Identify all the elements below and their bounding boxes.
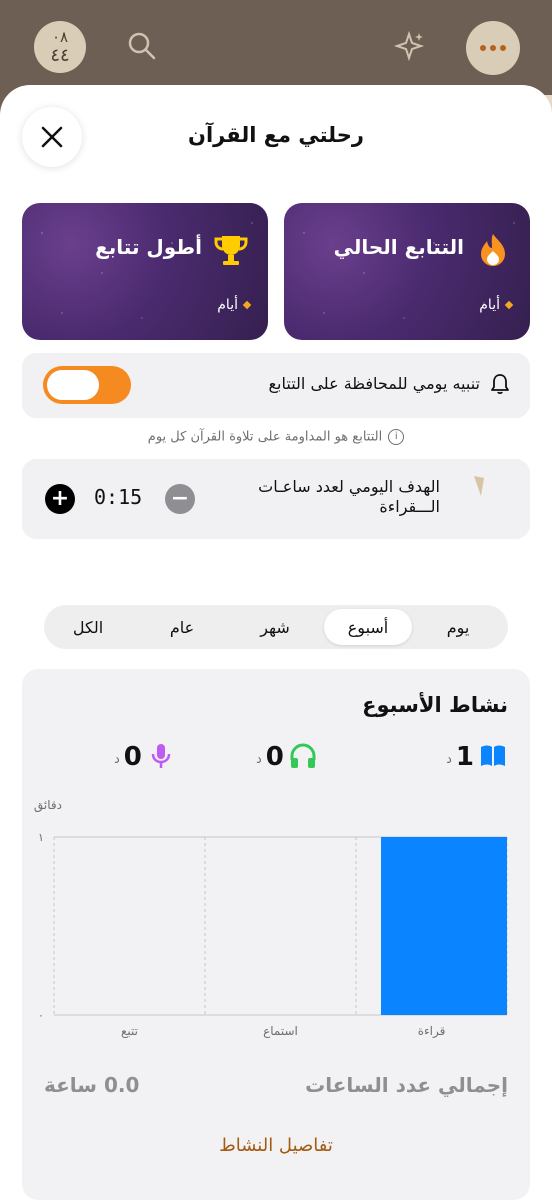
badge-line2: ٤٤	[50, 44, 70, 66]
info-icon: i	[388, 429, 405, 445]
journey-sheet: رحلتي مع القرآن التتابع الحالي أيام أطول…	[0, 85, 552, 1200]
activity-bar-chart: دقائق ١ ٠ قراءة استماع تتبع	[34, 798, 508, 1039]
diamond-icon	[242, 300, 252, 310]
x-tick-label: تتبع	[121, 1024, 138, 1038]
total-hours-label: إجمالي عدد الساعات	[305, 1073, 508, 1097]
tab-year[interactable]: عام	[138, 609, 226, 645]
longest-streak-days: أيام	[217, 297, 252, 313]
y-axis-label: دقائق	[34, 798, 62, 813]
current-streak-days: أيام	[479, 297, 514, 313]
daily-alert-toggle[interactable]	[43, 366, 131, 404]
tab-all[interactable]: الكل	[44, 609, 132, 645]
flame-icon	[481, 234, 505, 266]
daily-goal-label: الهدف اليومي لعدد ساعـات الـــقراءة	[258, 477, 440, 516]
badge-line1: ٠٨	[51, 27, 69, 46]
top-bar: ٠٨ ٤٤	[0, 0, 552, 95]
weekly-activity-card: نشاط الأسبوع د 1 د 0 د 0 دقائق ١ ٠ قراءة…	[22, 669, 530, 1200]
current-streak-title: التتابع الحالي	[333, 235, 464, 259]
bell-icon	[491, 374, 509, 395]
bar-0	[381, 837, 507, 1015]
increase-goal-button[interactable]: +	[45, 484, 75, 514]
dot	[500, 45, 506, 51]
sheet-title: رحلتي مع القرآن	[188, 123, 364, 147]
goal-time-value: 0:15	[94, 485, 143, 509]
y-tick-label: ٠	[38, 1009, 44, 1022]
activity-details-link[interactable]: تفاصيل النشاط	[22, 1135, 530, 1156]
dot	[490, 45, 496, 51]
more-button[interactable]	[466, 21, 520, 75]
x-tick-label: استماع	[263, 1024, 298, 1038]
period-selector: يوم أسبوع شهر عام الكل	[44, 605, 508, 649]
total-hours-value: 0.0 ساعة	[44, 1073, 140, 1097]
stars-background	[22, 203, 268, 340]
y-tick-label: ١	[38, 831, 44, 844]
current-streak-card: التتابع الحالي أيام	[284, 203, 530, 340]
search-icon[interactable]	[127, 31, 157, 61]
streak-info-note: i التتابع هو المداومة على تلاوة القرآن كل…	[0, 429, 552, 445]
sparkle-icon[interactable]	[393, 30, 425, 62]
tab-month[interactable]: شهر	[231, 609, 319, 645]
date-badge[interactable]: ٠٨ ٤٤	[34, 21, 86, 73]
info-text: التتابع هو المداومة على تلاوة القرآن كل …	[147, 429, 383, 445]
x-tick-label: قراءة	[418, 1024, 446, 1039]
daily-alert-label: تنبيه يومي للمحافظة على التتابع	[268, 374, 480, 393]
longest-streak-card: أطول تتابع أيام	[22, 203, 268, 340]
tab-week[interactable]: أسبوع	[324, 609, 412, 645]
stars-background	[284, 203, 530, 340]
daily-alert-row: تنبيه يومي للمحافظة على التتابع	[22, 353, 530, 418]
days-label: أيام	[479, 297, 500, 313]
diamond-icon	[504, 300, 514, 310]
toggle-knob	[47, 370, 99, 400]
tab-day[interactable]: يوم	[414, 609, 502, 645]
daily-goal-row: + 0:15 − الهدف اليومي لعدد ساعـات الـــق…	[22, 459, 530, 539]
dot	[480, 45, 486, 51]
bookmark-ribbon-icon	[474, 476, 484, 496]
decrease-goal-button[interactable]: −	[165, 484, 195, 514]
days-label: أيام	[217, 297, 238, 313]
trophy-icon	[214, 236, 248, 265]
longest-streak-title: أطول تتابع	[95, 235, 202, 259]
